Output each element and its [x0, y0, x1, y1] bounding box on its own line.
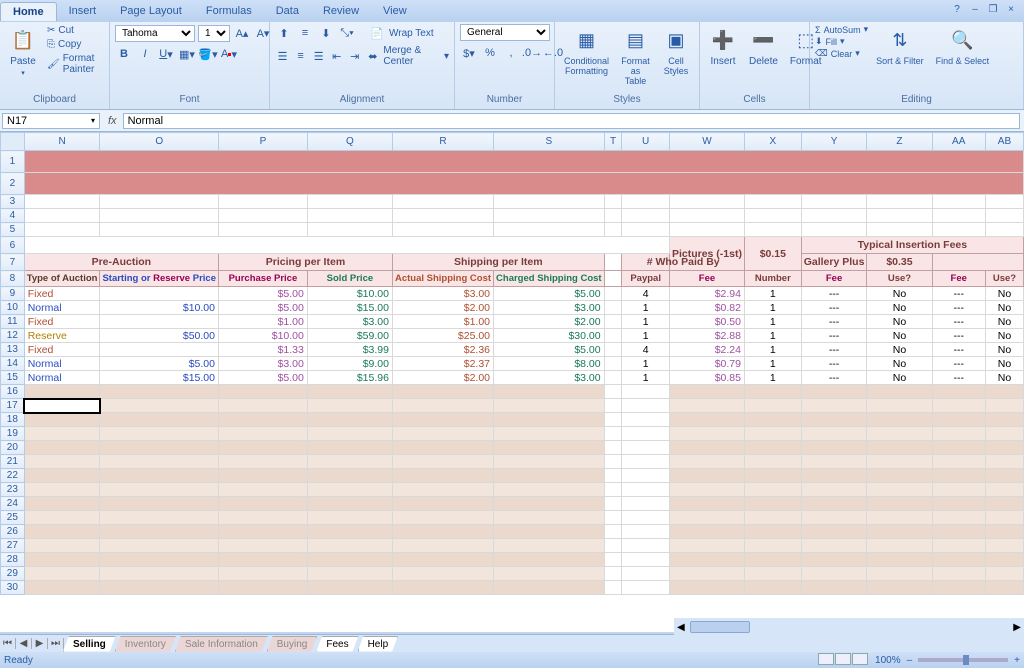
- sheet-tab-bar: ⏮ ◀ ▶ ⏭ Selling Inventory Sale Informati…: [0, 634, 1024, 652]
- restore-icon[interactable]: ❐: [986, 4, 1000, 18]
- tab-data[interactable]: Data: [264, 2, 311, 20]
- font-color-button[interactable]: A▾: [220, 45, 238, 63]
- group-font: Font: [115, 92, 264, 107]
- status-bar: Ready 100% – +: [0, 652, 1024, 668]
- italic-button[interactable]: I: [136, 45, 154, 63]
- align-middle-icon[interactable]: ≡: [296, 24, 314, 42]
- sort-filter-button[interactable]: ⇅Sort & Filter: [872, 24, 928, 68]
- minimize-icon[interactable]: –: [968, 4, 982, 18]
- increase-decimal-icon[interactable]: .0→: [523, 44, 541, 62]
- tab-view[interactable]: View: [371, 2, 419, 20]
- autosum-button[interactable]: Σ AutoSum ▾: [815, 24, 868, 35]
- tab-review[interactable]: Review: [311, 2, 371, 20]
- tab-insert[interactable]: Insert: [57, 2, 109, 20]
- tab-nav-next-icon[interactable]: ▶: [32, 638, 48, 649]
- tab-formulas[interactable]: Formulas: [194, 2, 264, 20]
- align-top-icon[interactable]: ⬆: [275, 24, 293, 42]
- cell-styles-button[interactable]: ▣Cell Styles: [658, 24, 694, 78]
- group-clipboard: Clipboard: [5, 92, 104, 107]
- font-size-select[interactable]: 10: [198, 25, 230, 42]
- align-left-icon[interactable]: ☰: [275, 47, 290, 65]
- sheet-tab-fees[interactable]: Fees: [316, 636, 358, 652]
- view-buttons[interactable]: [818, 653, 869, 668]
- decrease-indent-icon[interactable]: ⇤: [329, 47, 344, 65]
- sheet-tab-sale-info[interactable]: Sale Information: [175, 636, 268, 652]
- zoom-in-icon[interactable]: +: [1014, 655, 1020, 666]
- align-center-icon[interactable]: ≡: [293, 47, 308, 65]
- tab-nav-first-icon[interactable]: ⏮: [0, 638, 16, 649]
- group-number: Number: [460, 92, 549, 107]
- group-cells: Cells: [705, 92, 804, 107]
- align-bottom-icon[interactable]: ⬇: [317, 24, 335, 42]
- bold-button[interactable]: B: [115, 45, 133, 63]
- delete-cells-button[interactable]: ➖Delete: [745, 24, 782, 69]
- increase-font-icon[interactable]: A▴: [233, 24, 251, 42]
- align-right-icon[interactable]: ☰: [311, 47, 326, 65]
- status-ready: Ready: [4, 655, 33, 666]
- merge-button[interactable]: ⬌: [365, 47, 380, 65]
- comma-icon[interactable]: ,: [502, 44, 520, 62]
- find-select-button[interactable]: 🔍Find & Select: [932, 24, 994, 68]
- formula-input[interactable]: Normal: [123, 113, 1020, 129]
- number-format-select[interactable]: General: [460, 24, 550, 41]
- help-icon[interactable]: ?: [950, 4, 964, 18]
- group-editing: Editing: [815, 92, 1018, 107]
- fill-button[interactable]: ⬇ Fill ▾: [815, 36, 868, 47]
- zoom-out-icon[interactable]: –: [907, 655, 913, 666]
- border-button[interactable]: ▦▾: [178, 45, 196, 63]
- insert-cells-button[interactable]: ➕Insert: [705, 24, 741, 69]
- ribbon-tabs: Home Insert Page Layout Formulas Data Re…: [0, 0, 1024, 22]
- format-as-table-button[interactable]: ▤Format as Table: [617, 24, 654, 88]
- font-name-select[interactable]: Tahoma: [115, 25, 195, 42]
- tab-nav-prev-icon[interactable]: ◀: [16, 638, 32, 649]
- paste-button[interactable]: 📋 Paste▾: [5, 24, 41, 79]
- clear-button[interactable]: ⌫ Clear ▾: [815, 48, 868, 59]
- zoom-slider[interactable]: [918, 658, 1008, 662]
- scroll-left-icon[interactable]: ◀: [674, 622, 688, 633]
- formula-bar: N17▾ fx Normal: [0, 110, 1024, 132]
- cut-button[interactable]: ✂ Cut: [45, 24, 104, 37]
- format-painter-button[interactable]: 🖌 Format Painter: [45, 52, 104, 76]
- wrap-text-button[interactable]: 📄: [368, 24, 386, 42]
- fill-color-button[interactable]: 🪣▾: [199, 45, 217, 63]
- sheet-tab-buying[interactable]: Buying: [267, 636, 318, 652]
- name-box[interactable]: N17▾: [2, 113, 100, 129]
- fx-icon[interactable]: fx: [102, 115, 123, 127]
- conditional-formatting-button[interactable]: ▦Conditional Formatting: [560, 24, 613, 78]
- tab-nav-last-icon[interactable]: ⏭: [48, 638, 64, 649]
- copy-button[interactable]: ⎘ Copy: [45, 38, 104, 51]
- sheet-tab-selling[interactable]: Selling: [63, 636, 116, 652]
- group-alignment: Alignment: [275, 92, 449, 107]
- ribbon: 📋 Paste▾ ✂ Cut ⎘ Copy 🖌 Format Painter C…: [0, 22, 1024, 110]
- currency-icon[interactable]: $▾: [460, 44, 478, 62]
- spreadsheet[interactable]: NOPQRSTUWXYZAAAB123456Pictures (-1st)$0.…: [0, 132, 1024, 632]
- sheet-tab-inventory[interactable]: Inventory: [115, 636, 176, 652]
- sheet-tab-help[interactable]: Help: [358, 636, 399, 652]
- close-icon[interactable]: ×: [1004, 4, 1018, 18]
- scroll-right-icon[interactable]: ▶: [1010, 622, 1024, 633]
- orientation-icon[interactable]: ⤡▾: [338, 24, 356, 42]
- underline-button[interactable]: U▾: [157, 45, 175, 63]
- tab-page-layout[interactable]: Page Layout: [108, 2, 194, 20]
- zoom-level[interactable]: 100%: [875, 655, 901, 666]
- percent-icon[interactable]: %: [481, 44, 499, 62]
- group-styles: Styles: [560, 92, 694, 107]
- increase-indent-icon[interactable]: ⇥: [347, 47, 362, 65]
- tab-home[interactable]: Home: [0, 2, 57, 21]
